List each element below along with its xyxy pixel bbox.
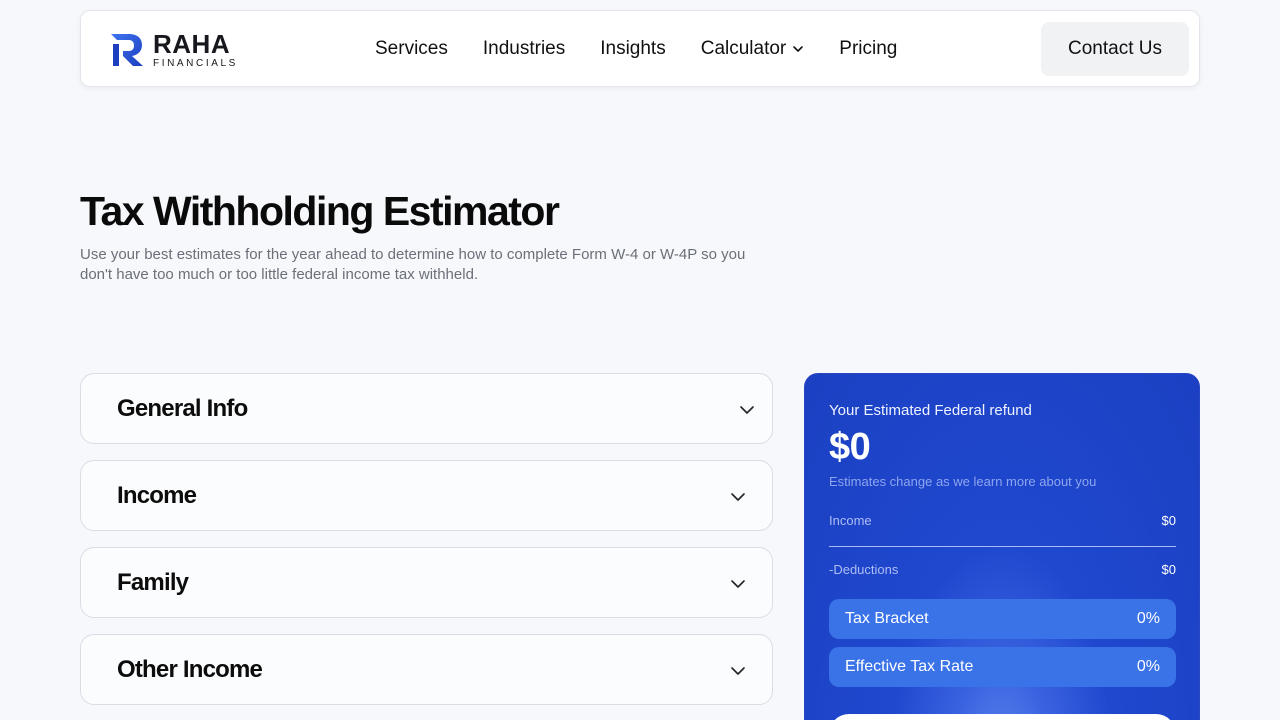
- nav-industries[interactable]: Industries: [483, 38, 565, 60]
- main-nav: Services Industries Insights Calculator …: [375, 35, 932, 63]
- section-family[interactable]: Family: [80, 547, 773, 618]
- effective-tax-rate-pill: Effective Tax Rate 0%: [829, 647, 1176, 687]
- refund-amount: $0: [829, 426, 871, 468]
- tax-bracket-label: Tax Bracket: [845, 610, 929, 627]
- section-title: Other Income: [117, 656, 263, 683]
- section-title: General Info: [117, 395, 248, 422]
- nav-insights[interactable]: Insights: [600, 38, 665, 60]
- nav-services[interactable]: Services: [375, 38, 448, 60]
- refund-label: Your Estimated Federal refund: [829, 402, 1032, 419]
- divider: [829, 546, 1176, 547]
- section-income[interactable]: Income: [80, 460, 773, 531]
- income-row: Income $0: [829, 513, 1176, 528]
- effective-tax-rate-label: Effective Tax Rate: [845, 658, 974, 675]
- refund-estimate-card: Your Estimated Federal refund $0 Estimat…: [804, 373, 1200, 720]
- section-general-info[interactable]: General Info: [80, 373, 773, 444]
- raha-logo-icon: [111, 34, 143, 66]
- result-action-button[interactable]: [829, 714, 1176, 720]
- page-description: Use your best estimates for the year ahe…: [80, 246, 746, 283]
- income-value: $0: [1161, 513, 1176, 528]
- income-label: Income: [829, 513, 872, 528]
- nav-pricing[interactable]: Pricing: [839, 38, 897, 60]
- page-title: Tax Withholding Estimator: [80, 188, 560, 234]
- tax-bracket-value: 0%: [1136, 610, 1160, 627]
- chevron-down-icon: [731, 580, 745, 588]
- chevron-down-icon: [731, 667, 745, 675]
- refund-note: Estimates change as we learn more about …: [829, 474, 1097, 489]
- brand-tagline: FINANCIALS: [153, 58, 238, 69]
- section-title: Family: [117, 569, 189, 596]
- nav-calculator-label: Calculator: [700, 38, 787, 59]
- navbar: RAHA FINANCIALS Services Industries Insi…: [80, 10, 1200, 87]
- nav-calculator[interactable]: Calculator: [701, 38, 805, 60]
- chevron-down-icon: [731, 493, 745, 501]
- section-title: Income: [117, 482, 197, 509]
- contact-us-button[interactable]: Contact Us: [1041, 22, 1189, 76]
- brand-name: RAHA: [153, 29, 231, 59]
- deductions-row: -Deductions $0: [829, 562, 1176, 577]
- deductions-value: $0: [1161, 562, 1176, 577]
- deductions-label: -Deductions: [829, 562, 899, 577]
- effective-tax-rate-value: 0%: [1136, 658, 1160, 675]
- tax-bracket-pill: Tax Bracket 0%: [829, 599, 1176, 639]
- brand-logo[interactable]: RAHA FINANCIALS: [111, 31, 238, 69]
- chevron-down-icon: [793, 46, 804, 52]
- section-other-income[interactable]: Other Income: [80, 634, 773, 705]
- chevron-down-icon: [740, 406, 754, 414]
